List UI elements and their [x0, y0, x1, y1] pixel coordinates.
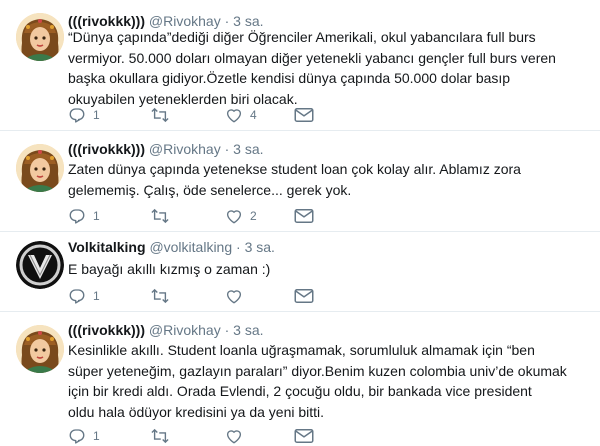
retweet-button[interactable]	[150, 106, 177, 124]
envelope-icon	[294, 108, 314, 122]
timestamp[interactable]: · 3 sa.	[225, 322, 264, 338]
illustrated-woman-avatar-icon	[16, 144, 64, 192]
dm-button[interactable]	[294, 207, 314, 225]
dm-button[interactable]	[294, 427, 314, 445]
avatar[interactable]	[16, 13, 64, 61]
retweet-icon	[151, 208, 169, 224]
heart-icon	[226, 109, 242, 123]
retweet-icon	[151, 428, 169, 444]
reply-icon	[69, 209, 85, 224]
reply-icon	[69, 108, 85, 123]
reply-icon	[69, 429, 85, 444]
heart-icon	[226, 430, 242, 444]
tweet-header: (((rivokkk))) @Rivokhay · 3 sa.	[68, 140, 264, 158]
tweet[interactable]: (((rivokkk))) @Rivokhay · 3 sa. “Dünya ç…	[0, 0, 600, 131]
like-count: 2	[250, 209, 257, 223]
tweet-header: Volkitalking @volkitalking · 3 sa.	[68, 238, 275, 256]
reply-count: 1	[93, 108, 100, 122]
dm-button[interactable]	[294, 106, 314, 124]
author-handle[interactable]: @Rivokhay	[149, 141, 221, 157]
retweet-icon	[151, 107, 169, 123]
like-count: 4	[250, 108, 257, 122]
envelope-icon	[294, 429, 314, 443]
tweet-text-line: Zaten dünya çapında yetenekse student lo…	[68, 161, 521, 177]
author-handle[interactable]: @Rivokhay	[149, 322, 221, 338]
tweet-text-line: Kesinlikle akıllı. Student loanla uğraşm…	[68, 342, 535, 358]
tweet-text-line: E bayağı akıllı kızmış o zaman :)	[68, 261, 271, 277]
tweet-text-line: oldu hala ödüyor kredisini ya da yeni bi…	[68, 403, 325, 420]
tweet-text-line: başka okullara gidiyor.Özetle kendisi dü…	[68, 70, 511, 86]
heart-icon	[226, 290, 242, 304]
reply-icon	[69, 289, 85, 304]
dm-button[interactable]	[294, 287, 314, 305]
illustrated-woman-avatar-icon	[16, 13, 64, 61]
tweet[interactable]: (((rivokkk))) @Rivokhay · 3 sa. Kesinlik…	[0, 312, 600, 446]
like-button[interactable]: 2	[225, 207, 257, 225]
retweet-button[interactable]	[150, 427, 177, 445]
envelope-icon	[294, 289, 314, 303]
timestamp[interactable]: · 3 sa.	[225, 141, 264, 157]
tweet[interactable]: Volkitalking @volkitalking · 3 sa. E bay…	[0, 232, 600, 312]
tweet-text: Zaten dünya çapında yetenekse student lo…	[68, 159, 578, 200]
reply-button[interactable]: 1	[68, 287, 100, 305]
like-button[interactable]	[225, 427, 250, 445]
tweet-text: E bayağı akıllı kızmış o zaman :)	[68, 259, 578, 280]
reply-count: 1	[93, 289, 100, 303]
tweet-text-line: vermiyor. 50.000 doları olmayan diğer ye…	[68, 49, 556, 66]
author-name[interactable]: (((rivokkk)))	[68, 322, 145, 338]
author-handle[interactable]: @volkitalking	[149, 239, 232, 255]
retweet-icon	[151, 288, 169, 304]
reply-button[interactable]: 1	[68, 106, 100, 124]
like-button[interactable]: 4	[225, 106, 257, 124]
tweet-text-line: gelememiş. Çalış, öde senelerce... gerek…	[68, 181, 352, 198]
heart-icon	[226, 210, 242, 224]
envelope-icon	[294, 209, 314, 223]
author-name[interactable]: (((rivokkk)))	[68, 141, 145, 157]
avatar[interactable]	[16, 241, 64, 289]
illustrated-woman-avatar-icon	[16, 325, 64, 373]
author-name[interactable]: Volkitalking	[68, 239, 146, 255]
tweet-text-line: okuyabilen yeteneklerden biri olacak.	[68, 90, 298, 107]
avatar[interactable]	[16, 144, 64, 192]
retweet-button[interactable]	[150, 207, 177, 225]
retweet-button[interactable]	[150, 287, 177, 305]
v-logo-avatar-icon	[16, 241, 64, 289]
reply-button[interactable]: 1	[68, 427, 100, 445]
like-button[interactable]	[225, 287, 250, 305]
avatar[interactable]	[16, 325, 64, 373]
tweet-header: (((rivokkk))) @Rivokhay · 3 sa.	[68, 321, 264, 339]
tweet-text: Kesinlikle akıllı. Student loanla uğraşm…	[68, 340, 578, 422]
reply-count: 1	[93, 209, 100, 223]
tweet-text-line: “Dünya çapında”dediği diğer Öğrenciler A…	[68, 29, 536, 45]
timestamp[interactable]: · 3 sa.	[236, 239, 275, 255]
tweet-text: “Dünya çapında”dediği diğer Öğrenciler A…	[68, 27, 578, 109]
reply-count: 1	[93, 429, 100, 443]
tweet[interactable]: (((rivokkk))) @Rivokhay · 3 sa. Zaten dü…	[0, 131, 600, 232]
tweet-text-line: için bir kredi aldı. Orada Evlendi, 2 ço…	[68, 383, 532, 399]
tweet-text-line: süper yeteneğim, gazlayın paraları” diyo…	[68, 362, 567, 379]
reply-button[interactable]: 1	[68, 207, 100, 225]
